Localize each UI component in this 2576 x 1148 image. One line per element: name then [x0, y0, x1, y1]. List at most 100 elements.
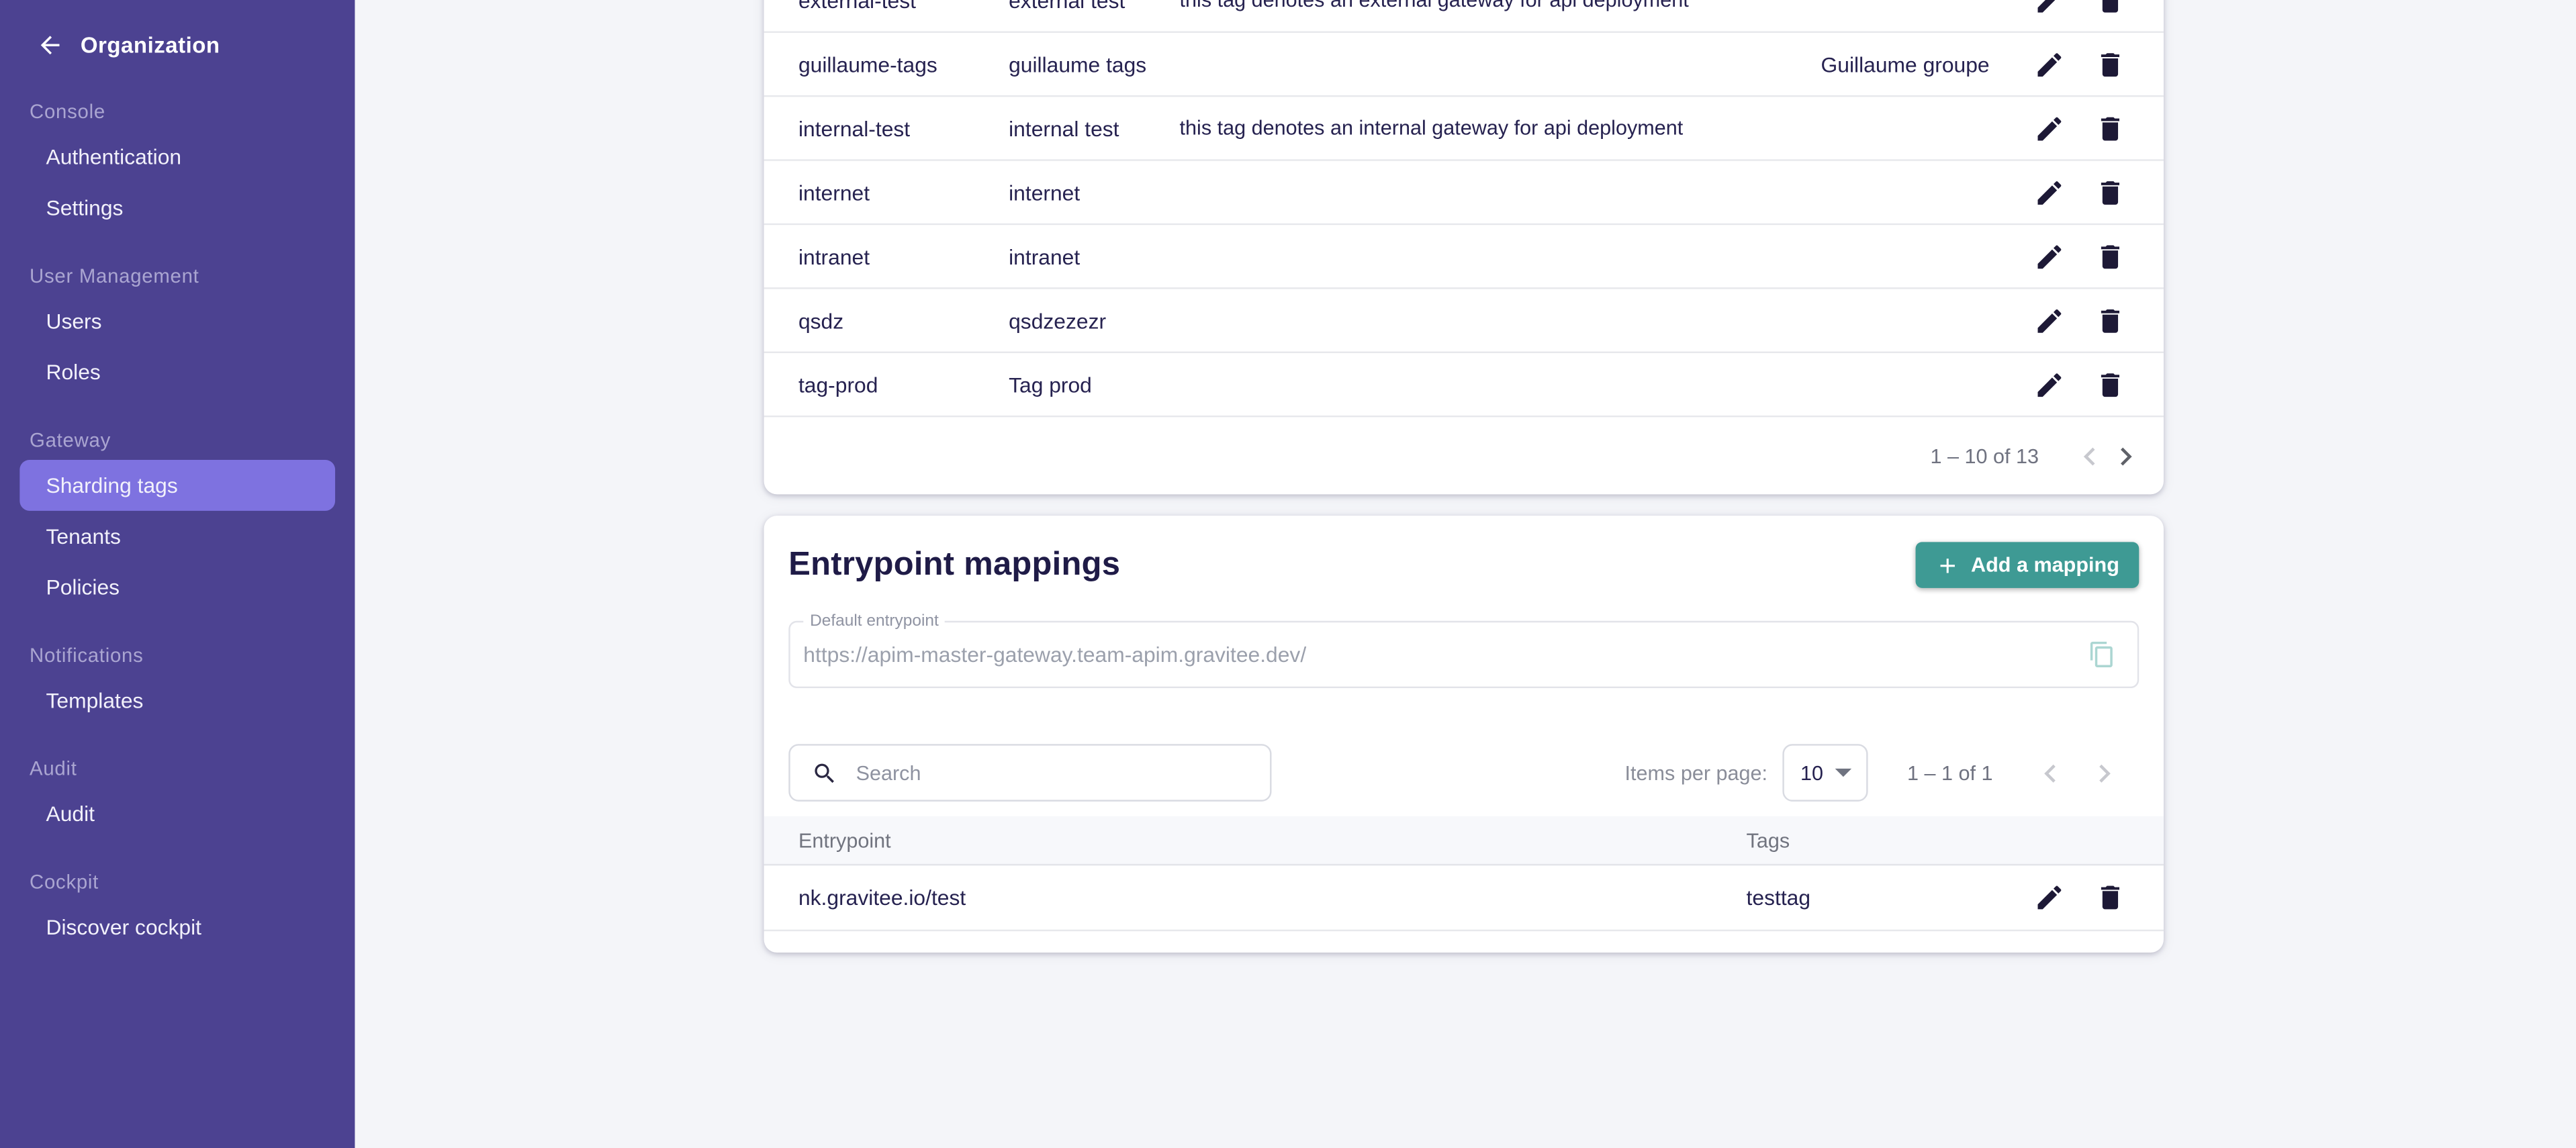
- chevron-left-icon: [2032, 755, 2068, 791]
- tags-next-page-button[interactable]: [2108, 438, 2144, 474]
- sidebar-header: Organization: [0, 0, 355, 59]
- edit-tag-button[interactable]: [2031, 302, 2067, 338]
- nav-section-label: Notifications: [0, 636, 355, 675]
- tag-restricted-groups: Guillaume groupe: [1727, 52, 2022, 77]
- delete-tag-button[interactable]: [2091, 238, 2127, 275]
- sidebar-item-discover-cockpit[interactable]: Discover cockpit: [19, 902, 335, 953]
- edit-tag-button[interactable]: [2031, 174, 2067, 210]
- trash-icon: [2094, 369, 2125, 399]
- mapping-entrypoint: nk.gravitee.io/test: [798, 886, 1747, 910]
- tag-row-actions: [2023, 302, 2128, 338]
- tag-name: internet: [1009, 180, 1179, 205]
- tag-id: guillaume-tags: [798, 52, 1009, 77]
- items-per-page-select[interactable]: 10: [1782, 744, 1868, 802]
- default-entrypoint-field: Default entrypoint https://apim-master-g…: [788, 621, 2139, 688]
- tag-row-actions: [2023, 367, 2128, 403]
- trash-icon: [2094, 113, 2125, 144]
- default-entrypoint-value: https://apim-master-gateway.team-apim.gr…: [803, 642, 2084, 667]
- mappings-paginator: Items per page: 10 1 – 1 of 1: [1625, 744, 2123, 802]
- sidebar-item-label: Policies: [46, 575, 120, 600]
- tag-name: internal test: [1009, 115, 1179, 140]
- edit-tag-button[interactable]: [2031, 110, 2067, 146]
- edit-pencil-icon: [2033, 369, 2064, 399]
- tag-row-actions: [2023, 238, 2128, 275]
- tag-description: this tag denotes an internal gateway for…: [1180, 117, 1727, 140]
- edit-tag-button[interactable]: [2031, 367, 2067, 403]
- sidebar-item-users[interactable]: Users: [19, 295, 335, 346]
- sidebar-item-policies[interactable]: Policies: [19, 562, 335, 613]
- tag-id: external-test: [798, 0, 1009, 12]
- copy-icon: [2087, 640, 2115, 669]
- edit-tag-button[interactable]: [2031, 46, 2067, 82]
- edit-pencil-icon: [2033, 305, 2064, 336]
- tag-name: Tag prod: [1009, 372, 1179, 397]
- edit-tag-button[interactable]: [2031, 238, 2067, 275]
- edit-tag-button[interactable]: [2031, 0, 2067, 18]
- trash-icon: [2094, 48, 2125, 79]
- delete-mapping-button[interactable]: [2091, 879, 2127, 916]
- mappings-prev-page-button[interactable]: [2032, 755, 2068, 791]
- delete-tag-button[interactable]: [2091, 302, 2127, 338]
- add-mapping-button[interactable]: Add a mapping: [1915, 542, 2139, 587]
- tag-row: tag-prodTag prod: [764, 353, 2164, 417]
- sharding-tags-card: external-testexternal test this tag denot…: [764, 0, 2164, 494]
- edit-pencil-icon: [2033, 0, 2064, 15]
- tag-id: qsdz: [798, 308, 1009, 333]
- tag-name: external test: [1009, 0, 1179, 12]
- tag-id: intranet: [798, 244, 1009, 269]
- search-input[interactable]: [853, 759, 1254, 785]
- delete-tag-button[interactable]: [2091, 367, 2127, 403]
- tag-name: guillaume tags: [1009, 52, 1179, 77]
- nav-section-label: Gateway: [0, 420, 355, 460]
- tag-row: qsdzqsdzezezr: [764, 289, 2164, 353]
- sharding-tags-table: external-testexternal test this tag denot…: [764, 0, 2164, 417]
- delete-tag-button[interactable]: [2091, 46, 2127, 82]
- chevron-left-icon: [2072, 438, 2108, 474]
- tag-row-actions: [2023, 0, 2128, 18]
- sidebar-item-label: Roles: [46, 360, 100, 385]
- column-header-entrypoint: Entrypoint: [798, 828, 1747, 851]
- chevron-right-icon: [2086, 755, 2123, 791]
- sidebar-item-settings[interactable]: Settings: [19, 183, 335, 234]
- edit-pencil-icon: [2033, 113, 2064, 144]
- chevron-right-icon: [2108, 438, 2144, 474]
- sidebar-item-templates[interactable]: Templates: [19, 675, 335, 726]
- sidebar-item-label: Users: [46, 309, 101, 334]
- trash-icon: [2094, 305, 2125, 336]
- default-entrypoint-label: Default entrypoint: [803, 613, 945, 631]
- edit-pencil-icon: [2033, 48, 2064, 79]
- sidebar-item-roles[interactable]: Roles: [19, 346, 335, 397]
- tag-id: internal-test: [798, 115, 1009, 140]
- mapping-row: nk.gravitee.io/testtesttag: [764, 865, 2164, 931]
- tag-name: qsdzezezr: [1009, 308, 1179, 333]
- copy-entrypoint-button[interactable]: [2085, 638, 2118, 671]
- sidebar-item-label: Settings: [46, 195, 123, 220]
- tags-paginator: 1 – 10 of 13: [764, 417, 2164, 494]
- sidebar-item-audit[interactable]: Audit: [19, 788, 335, 839]
- sidebar-item-label: Audit: [46, 802, 95, 826]
- tag-row: guillaume-tagsguillaume tags Guillaume gr…: [764, 33, 2164, 97]
- tag-row-actions: [2023, 110, 2128, 146]
- tag-row: internetinternet: [764, 161, 2164, 225]
- sidebar-item-label: Templates: [46, 688, 143, 713]
- mapping-tags: testtag: [1747, 886, 2023, 910]
- app-root: Organization Console Authentication Settin…: [0, 0, 2576, 1148]
- mappings-next-page-button[interactable]: [2086, 755, 2123, 791]
- delete-tag-button[interactable]: [2091, 110, 2127, 146]
- sidebar-item-label: Tenants: [46, 524, 120, 548]
- sidebar-item-tenants[interactable]: Tenants: [19, 511, 335, 562]
- delete-tag-button[interactable]: [2091, 0, 2127, 18]
- sidebar: Organization Console Authentication Settin…: [0, 0, 355, 1148]
- edit-mapping-button[interactable]: [2031, 879, 2067, 916]
- trash-icon: [2094, 0, 2125, 15]
- sidebar-nav: ConsoleAuthenticationSettingsUser Manage…: [0, 59, 355, 953]
- delete-tag-button[interactable]: [2091, 174, 2127, 210]
- edit-pencil-icon: [2033, 177, 2064, 207]
- sidebar-item-label: Authentication: [46, 144, 181, 169]
- sidebar-item-sharding-tags[interactable]: Sharding tags: [19, 460, 335, 511]
- tags-prev-page-button[interactable]: [2072, 438, 2108, 474]
- mappings-table-body: nk.gravitee.io/testtesttag: [764, 865, 2164, 931]
- sidebar-item-authentication[interactable]: Authentication: [19, 132, 335, 183]
- back-button[interactable]: [36, 30, 66, 59]
- nav-section-label: Console: [0, 92, 355, 132]
